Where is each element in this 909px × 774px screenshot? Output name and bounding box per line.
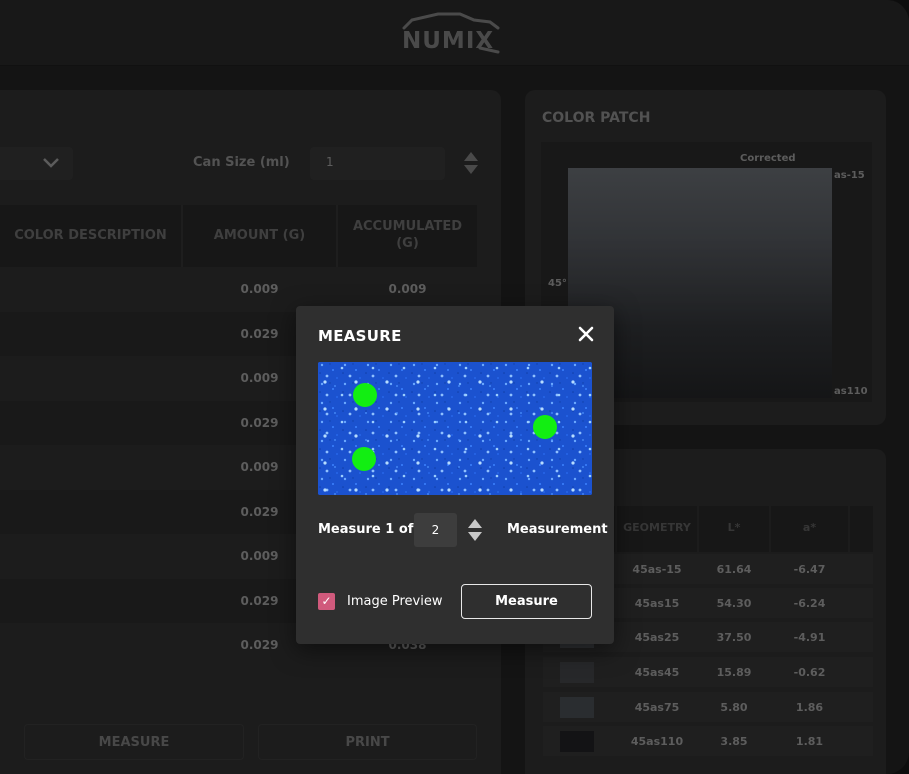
image-preview-label[interactable]: Image Preview [347,594,442,609]
image-preview [318,362,592,495]
measurement-label: Measurement [507,522,608,537]
stepper-up-icon[interactable] [468,519,482,528]
measure-modal: MEASURE Measure 1 of 2 Measurement ✓ Ima… [296,306,614,644]
measurement-marker[interactable] [352,447,376,471]
measure-count-stepper[interactable] [468,519,482,543]
close-icon[interactable] [576,324,596,344]
measurement-marker[interactable] [353,383,377,407]
measure-count-input[interactable]: 2 [414,513,457,547]
stepper-down-icon[interactable] [468,532,482,541]
measurement-marker[interactable] [533,415,557,439]
modal-title: MEASURE [318,327,402,345]
image-preview-checkbox[interactable]: ✓ [318,593,335,610]
measure-prefix-label: Measure 1 of [318,522,414,537]
modal-measure-button[interactable]: Measure [461,584,592,619]
